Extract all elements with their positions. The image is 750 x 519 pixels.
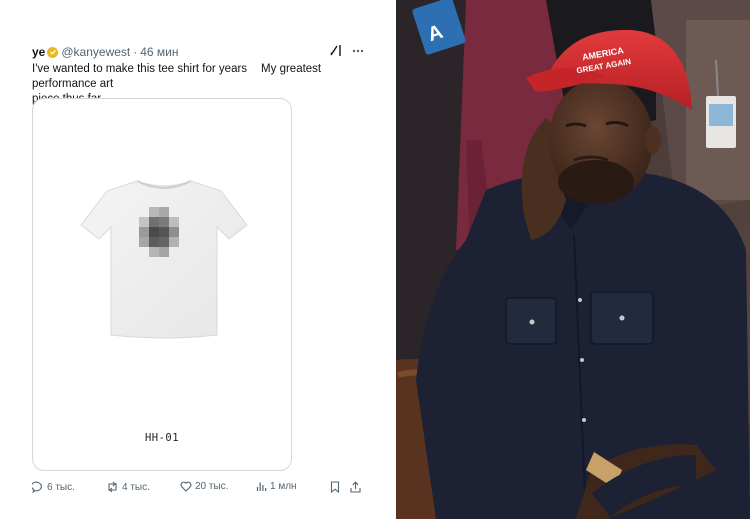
beard: [558, 160, 634, 204]
tweet-timestamp[interactable]: 46 мин: [140, 45, 178, 59]
tweet-actions-bar: 6 тыс. 4 тыс. 20 тыс. 1 млн: [32, 481, 362, 497]
like-button[interactable]: 20 тыс.: [180, 481, 228, 492]
like-count: 20 тыс.: [195, 481, 229, 492]
reply-button[interactable]: 6 тыс.: [32, 481, 75, 493]
header-separator: ·: [133, 45, 138, 59]
tweet-header: ye @kanyewest · 46 мин: [32, 45, 179, 59]
author-handle[interactable]: @kanyewest: [61, 45, 130, 59]
tweet-card: ye @kanyewest · 46 мин I've wanted to ma…: [0, 0, 396, 519]
product-code: HH-01: [144, 432, 180, 444]
views-button[interactable]: 1 млн: [256, 481, 297, 492]
reply-count: 6 тыс.: [47, 481, 75, 493]
verified-badge-icon: [47, 46, 59, 58]
header-actions: [330, 44, 364, 57]
ear: [645, 126, 661, 154]
photo-panel: A AMERICA GREAT AGAIN: [396, 0, 750, 519]
views-count: 1 млн: [270, 481, 297, 492]
more-options-icon[interactable]: [352, 49, 364, 53]
analytics-icon: [256, 482, 267, 491]
tshirt-image: [80, 180, 248, 339]
repost-button[interactable]: 4 тыс.: [106, 481, 150, 493]
share-icon: [350, 481, 361, 493]
bookmark-button[interactable]: [330, 481, 340, 493]
bookmark-icon: [330, 481, 340, 493]
heart-icon: [180, 481, 192, 492]
repost-icon: [108, 481, 117, 493]
tweet-text-part1: I've wanted to make this tee shirt for y…: [32, 63, 248, 75]
grok-icon[interactable]: [330, 44, 342, 57]
photo-illustration: A AMERICA GREAT AGAIN: [396, 0, 750, 519]
reply-icon: [32, 481, 42, 493]
author-name[interactable]: ye: [32, 45, 45, 59]
tweet-media-image[interactable]: HH-01: [32, 98, 292, 471]
share-button[interactable]: [350, 481, 361, 493]
repost-count: 4 тыс.: [122, 481, 150, 493]
